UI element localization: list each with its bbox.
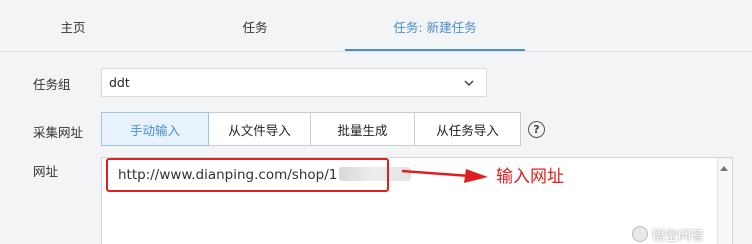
manual-input-button[interactable]: 手动输入 [101, 112, 209, 146]
watermark: 悟空问答 [632, 224, 752, 244]
task-group-label: 任务组 [33, 77, 71, 92]
watermark-logo-icon [632, 226, 648, 242]
annotation-text: 输入网址 [496, 167, 564, 187]
tab-home[interactable]: 主页 [0, 0, 146, 52]
import-from-file-button[interactable]: 从文件导入 [208, 112, 311, 146]
import-from-task-button[interactable]: 从任务导入 [414, 112, 521, 146]
url-label: 网址 [33, 164, 59, 179]
task-group-value: ddt [109, 75, 130, 90]
tab-new-task[interactable]: 任务: 新建任务 [345, 0, 525, 52]
tab-tasks[interactable]: 任务 [160, 0, 350, 52]
task-group-select[interactable]: ddt [101, 68, 487, 97]
batch-generate-button[interactable]: 批量生成 [310, 112, 415, 146]
annotation-highlight-box [106, 158, 389, 192]
collect-url-label: 采集网址 [33, 125, 84, 140]
tab-bar: 主页 任务 任务: 新建任务 [0, 0, 752, 52]
watermark-text: 悟空问答 [652, 228, 705, 244]
chevron-down-icon [464, 80, 474, 87]
tab-divider [0, 51, 752, 52]
annotation-arrow-icon [401, 169, 488, 183]
scroll-up-arrow-icon[interactable] [720, 166, 728, 171]
help-icon[interactable]: ? [528, 121, 545, 138]
